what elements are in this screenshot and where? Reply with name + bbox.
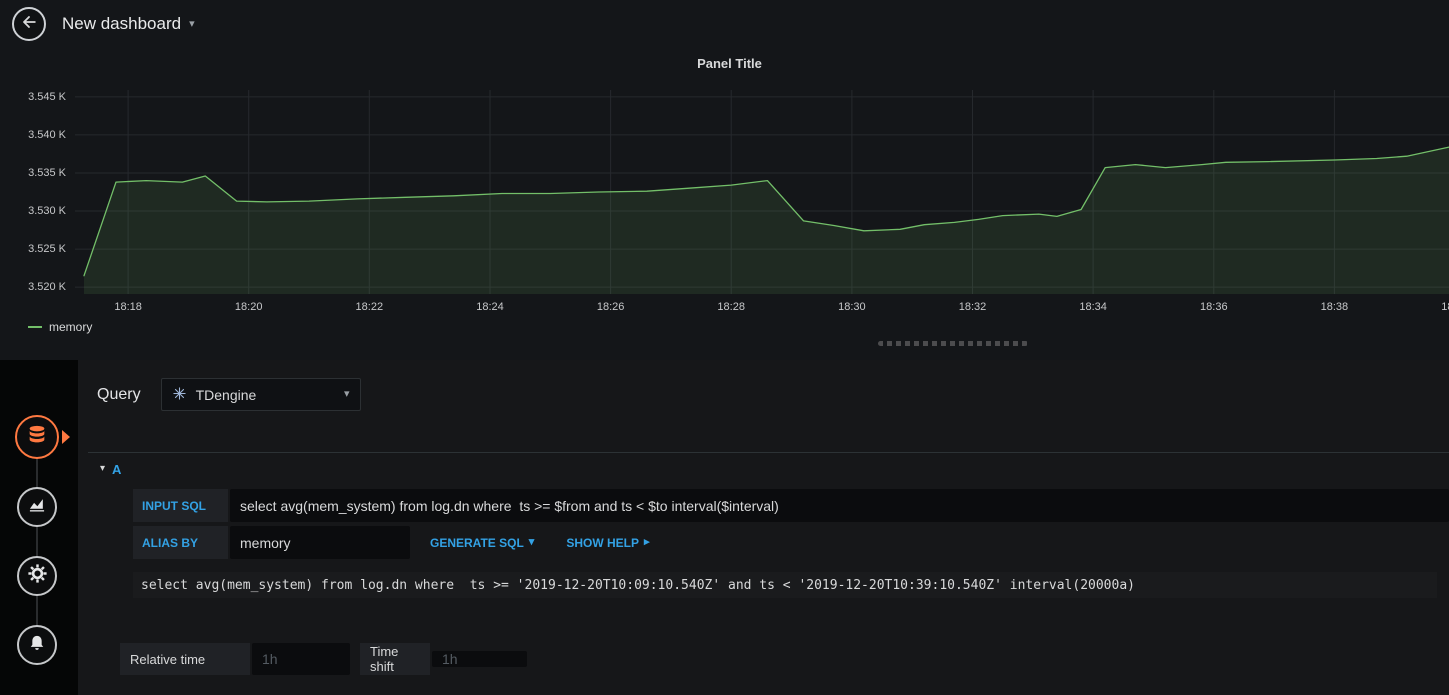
caret-down-icon: ▾ — [528, 536, 535, 548]
horizontal-scrollbar[interactable] — [878, 341, 1028, 346]
collapse-caret-icon: ▾ — [100, 463, 106, 474]
svg-text:18:22: 18:22 — [356, 301, 384, 313]
caret-down-icon: ▾ — [189, 17, 195, 30]
generate-sql-label: GENERATE SQL — [430, 535, 524, 550]
caret-down-icon: ▾ — [344, 388, 350, 400]
time-shift-label: Time shift — [360, 643, 430, 675]
svg-text:18:32: 18:32 — [959, 301, 987, 313]
caret-right-icon: ▸ — [644, 536, 650, 548]
svg-text:18:36: 18:36 — [1200, 301, 1228, 313]
panel-title[interactable]: Panel Title — [10, 56, 1449, 71]
gear-icon — [27, 563, 48, 589]
alias-by-field[interactable] — [230, 526, 410, 559]
dashboard-title: New dashboard — [62, 14, 182, 33]
tdengine-logo-icon — [172, 386, 187, 404]
svg-text:3.535 K: 3.535 K — [28, 167, 67, 179]
active-tab-arrow-icon — [62, 430, 70, 444]
show-help-button[interactable]: SHOW HELP ▸ — [554, 526, 661, 559]
svg-text:18:26: 18:26 — [597, 301, 625, 313]
datasource-picker[interactable]: TDengine ▾ — [160, 378, 361, 411]
svg-text:3.525 K: 3.525 K — [28, 243, 67, 255]
datasource-name: TDengine — [195, 386, 257, 403]
query-ref-id: A — [112, 461, 122, 477]
time-shift-field[interactable] — [432, 651, 527, 667]
svg-text:18:40: 18:40 — [1441, 301, 1449, 313]
svg-text:3.530 K: 3.530 K — [28, 205, 67, 217]
legend-swatch — [28, 326, 42, 328]
graph-panel: Panel Title 3.520 K 3.525 K 3.530 K 3.535 K… — [10, 48, 1449, 340]
alias-by-row: ALIAS BY GENERATE SQL ▾ SHOW HELP ▸ — [133, 526, 1449, 559]
time-options-row: Relative time Time shift — [120, 643, 527, 675]
show-help-label: SHOW HELP — [566, 535, 639, 550]
svg-text:18:18: 18:18 — [114, 301, 142, 313]
input-sql-row: INPUT SQL — [133, 489, 1449, 522]
panel-editor: Query TDengine ▾ ▾ A INPUT SQL select av… — [0, 360, 1449, 695]
relative-time-field[interactable] — [252, 643, 350, 675]
bell-icon — [27, 633, 47, 658]
svg-text:18:28: 18:28 — [717, 301, 745, 313]
grafana-app: New dashboard ▾ Panel Title 3.520 K 3.525… — [0, 0, 1449, 695]
legend-label: memory — [49, 320, 93, 334]
svg-text:18:24: 18:24 — [476, 301, 504, 313]
chart-area: 3.520 K 3.525 K 3.530 K 3.535 K 3.540 K 3.545… — [10, 86, 1449, 318]
svg-text:18:34: 18:34 — [1079, 301, 1107, 313]
tab-general[interactable] — [17, 556, 57, 596]
dashboard-title-dropdown[interactable]: New dashboard ▾ — [62, 14, 195, 34]
query-editor-content: Query TDengine ▾ ▾ A INPUT SQL select av… — [78, 360, 1449, 695]
back-button[interactable] — [12, 7, 46, 41]
svg-text:18:38: 18:38 — [1321, 301, 1349, 313]
generate-sql-button[interactable]: GENERATE SQL ▾ — [418, 526, 546, 559]
input-sql-field[interactable] — [230, 489, 1449, 522]
svg-text:18:30: 18:30 — [838, 301, 866, 313]
graph-icon — [27, 495, 47, 520]
generated-sql-preview: select avg(mem_system) from log.dn where… — [141, 577, 1135, 593]
legend-item-memory[interactable]: memory — [28, 320, 92, 334]
input-sql-label: INPUT SQL — [133, 489, 228, 522]
editor-tabstrip — [0, 360, 78, 695]
svg-text:3.520 K: 3.520 K — [28, 281, 67, 293]
alias-by-label: ALIAS BY — [133, 526, 228, 559]
tab-queries[interactable] — [15, 415, 59, 459]
query-section-title: Query — [97, 385, 141, 403]
svg-text:18:20: 18:20 — [235, 301, 263, 313]
back-arrow-icon — [19, 12, 39, 37]
tab-connector-line — [36, 437, 38, 645]
query-row-collapse[interactable]: ▾ A — [88, 452, 1449, 485]
svg-text:3.540 K: 3.540 K — [28, 129, 67, 141]
relative-time-label: Relative time — [120, 643, 250, 675]
svg-text:3.545 K: 3.545 K — [28, 91, 67, 103]
tab-visualization[interactable] — [17, 487, 57, 527]
tab-alert[interactable] — [17, 625, 57, 665]
database-icon — [26, 424, 48, 451]
timeseries-chart[interactable]: 3.520 K 3.525 K 3.530 K 3.535 K 3.540 K 3.545… — [10, 86, 1449, 318]
query-header: Query TDengine ▾ — [97, 378, 361, 411]
top-navbar: New dashboard ▾ — [0, 0, 1449, 48]
